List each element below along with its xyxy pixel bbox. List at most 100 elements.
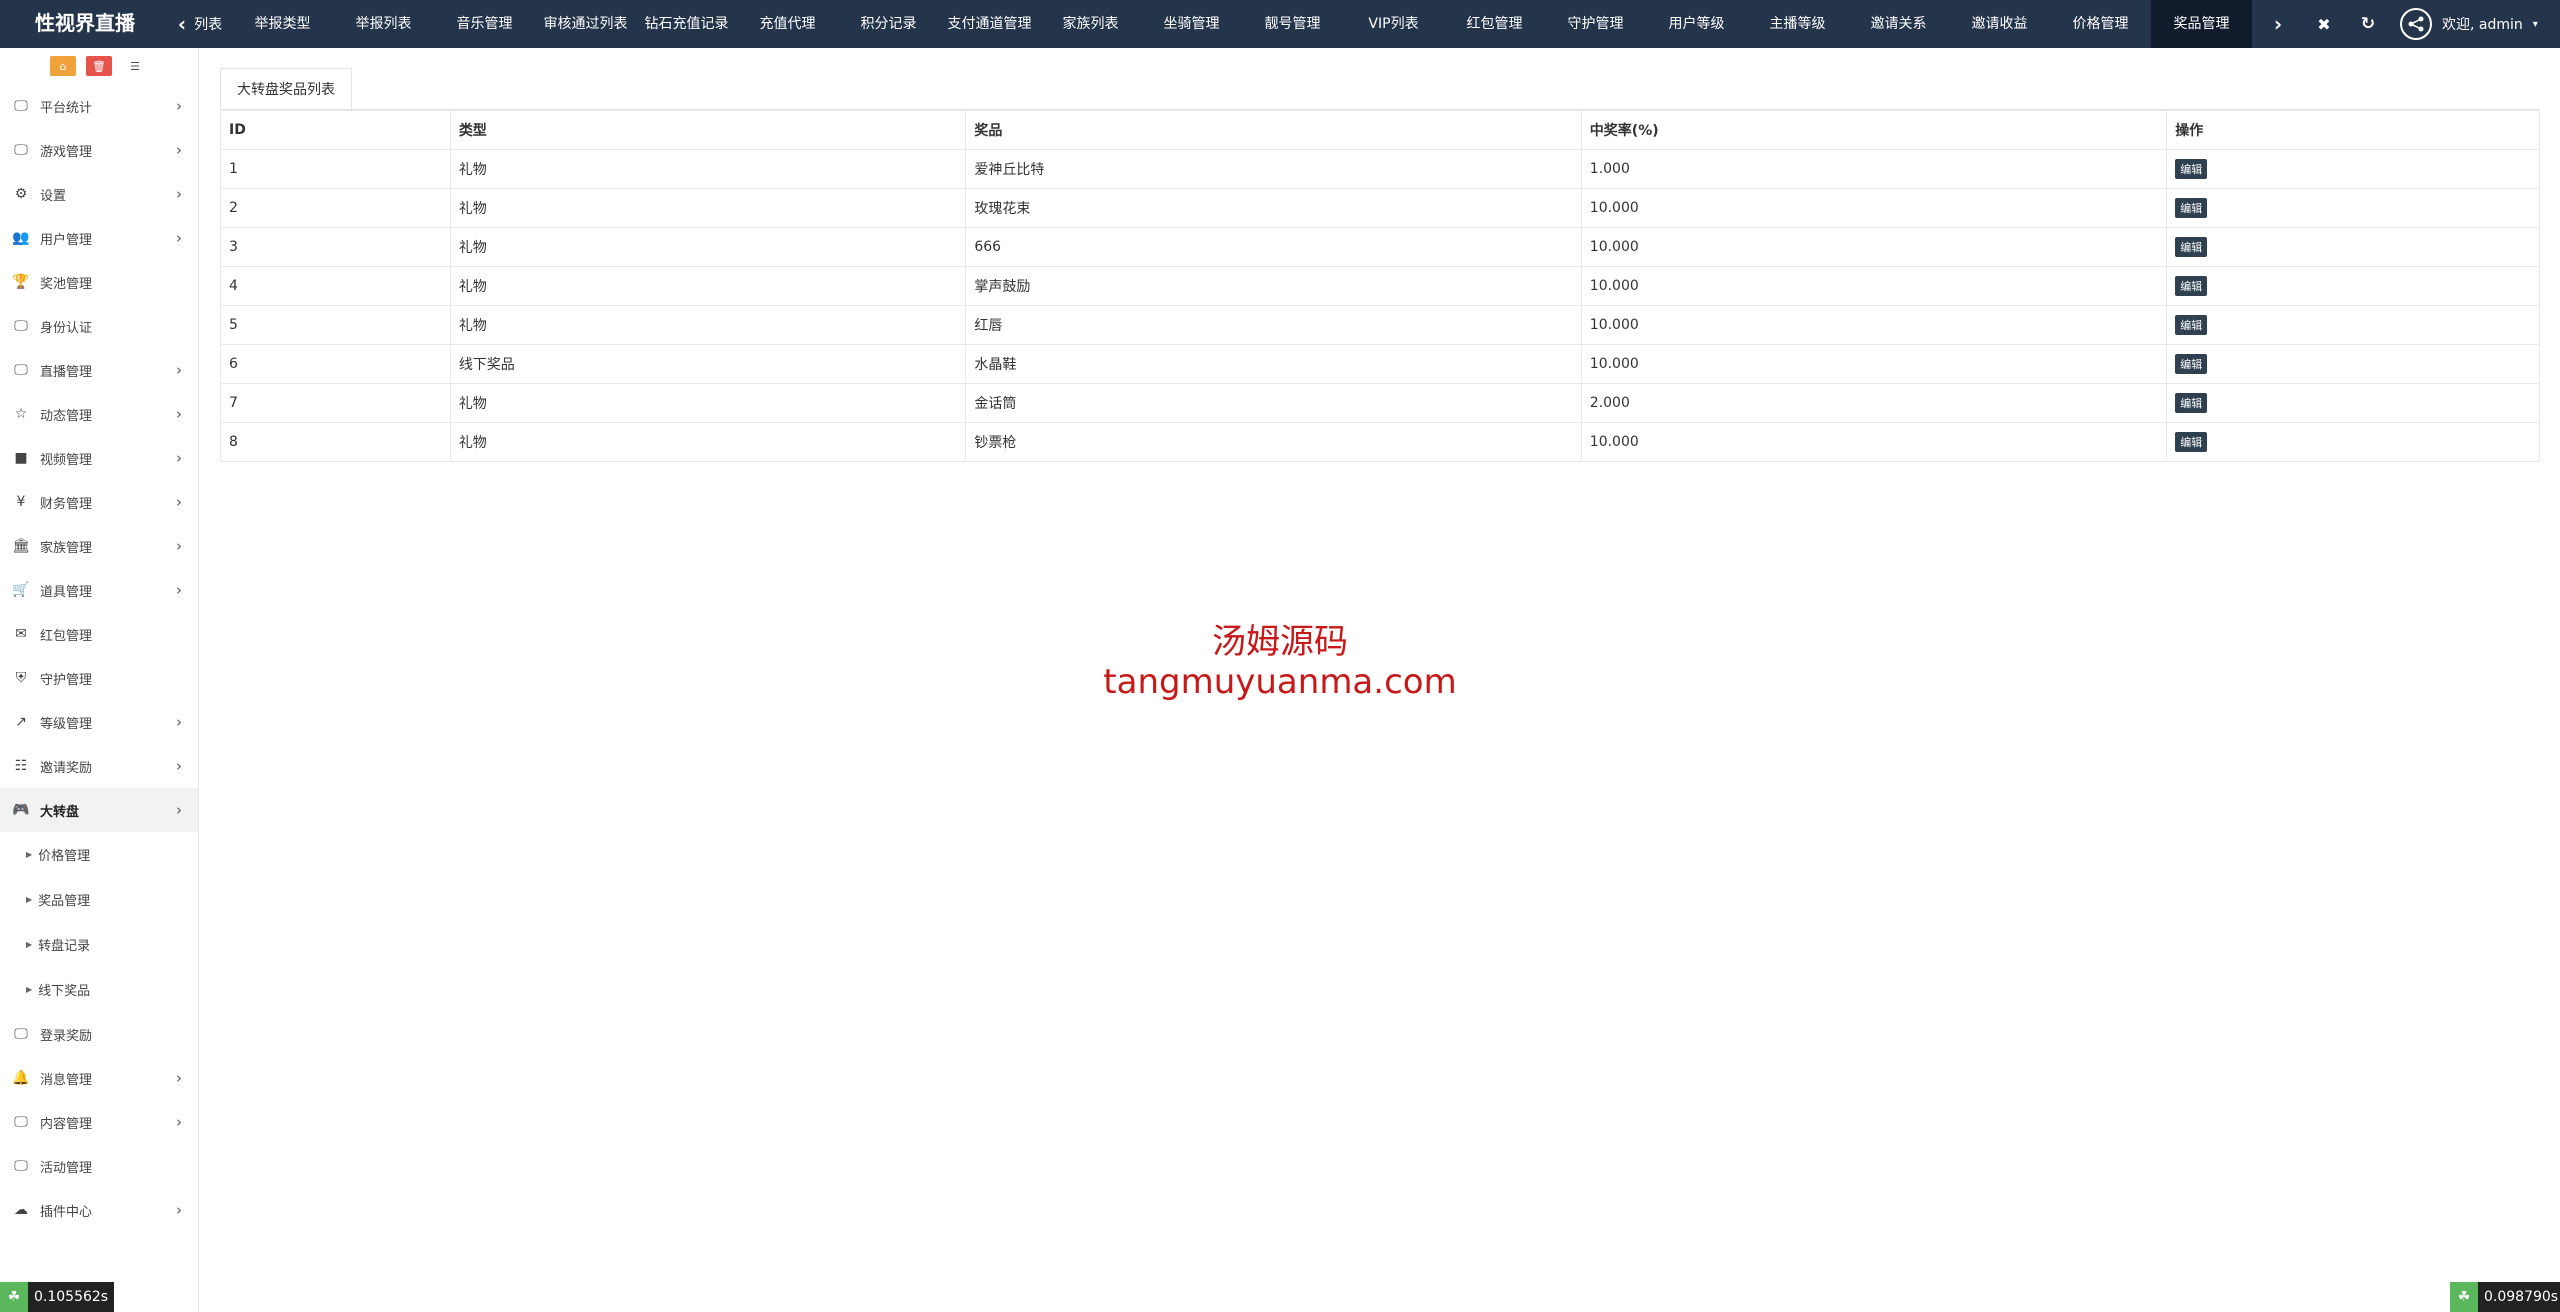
tab-14[interactable]: 用户等级 xyxy=(1646,0,1747,48)
sidebar-item[interactable]: ☆ 动态管理 › xyxy=(0,392,198,436)
tab-10[interactable]: 靓号管理 xyxy=(1242,0,1343,48)
sidebar-item[interactable]: ☷ 邀请奖励 › xyxy=(0,744,198,788)
chevron-right-icon: › xyxy=(176,405,182,423)
sidebar-item[interactable]: 🖵 内容管理 › xyxy=(0,1100,198,1144)
sidebar-item[interactable]: 🔔 消息管理 › xyxy=(0,1056,198,1100)
user-menu[interactable]: 欢迎, admin ▾ xyxy=(2400,0,2560,48)
tabs-next-button[interactable]: › xyxy=(2256,0,2300,48)
tab-3[interactable]: 审核通过列表 xyxy=(535,0,636,48)
table-body: 1 礼物 爱神丘比特 1.000 编辑 2 礼物 玫瑰花束 10.000 编辑 3 礼物 666 10.0… xyxy=(220,149,2540,462)
tab-6[interactable]: 积分记录 xyxy=(838,0,939,48)
sidebar-item[interactable]: 🛒 道具管理 › xyxy=(0,568,198,612)
sidebar-item[interactable]: 🏛 家族管理 › xyxy=(0,524,198,568)
tab-19[interactable]: 奖品管理 xyxy=(2151,0,2252,48)
sidebar-item[interactable]: 🎮 大转盘 › xyxy=(0,788,198,832)
bell-icon: 🔔 xyxy=(12,1070,30,1086)
sidebar-item-label: 插件中心 xyxy=(40,1204,93,1220)
column-header: ID xyxy=(220,110,451,150)
tab-5[interactable]: 充值代理 xyxy=(737,0,838,48)
edit-button[interactable]: 编辑 xyxy=(2175,237,2208,257)
edit-button[interactable]: 编辑 xyxy=(2175,354,2208,374)
edit-button[interactable]: 编辑 xyxy=(2175,198,2208,218)
cart-icon: 🛒 xyxy=(12,582,30,598)
sidebar-item[interactable]: ↗ 等级管理 › xyxy=(0,700,198,744)
sidebar-item[interactable]: 🖵 平台统计 › xyxy=(0,84,198,128)
tab-1[interactable]: 举报列表 xyxy=(333,0,434,48)
sidebar-item[interactable]: ⛨ 守护管理 xyxy=(0,656,198,700)
tabs-prev-button[interactable]: ‹ 列表 xyxy=(170,0,230,48)
chevron-right-icon: › xyxy=(176,97,182,115)
close-tabs-button[interactable]: ✖ xyxy=(2302,0,2346,48)
sidebar-item[interactable]: 🖵 登录奖励 xyxy=(0,1012,198,1056)
table-cell: 3 xyxy=(220,227,451,267)
sidebar-item[interactable]: 🏆 奖池管理 xyxy=(0,260,198,304)
leaf-icon: ☘ xyxy=(0,1282,28,1312)
table-cell: 金话筒 xyxy=(965,383,1582,423)
tab-11[interactable]: VIP列表 xyxy=(1343,0,1444,48)
monitor-icon: 🖵 xyxy=(14,1026,28,1042)
cloud-icon: ☁ xyxy=(14,1202,28,1218)
sidebar-item[interactable]: ⚙ 设置 › xyxy=(0,172,198,216)
caret-right-icon: ▶ xyxy=(26,985,33,994)
sidebar-subitem[interactable]: ▶ 价格管理 xyxy=(0,832,198,877)
tab-8[interactable]: 家族列表 xyxy=(1040,0,1141,48)
table-cell: 礼物 xyxy=(449,422,967,462)
edit-button[interactable]: 编辑 xyxy=(2175,276,2208,296)
monitor-icon: 🖵 xyxy=(14,318,28,334)
table-row: 2 礼物 玫瑰花束 10.000 编辑 xyxy=(220,188,2540,228)
sidebar-item[interactable]: 🖵 活动管理 xyxy=(0,1144,198,1188)
tab-13[interactable]: 守护管理 xyxy=(1545,0,1646,48)
tab-9[interactable]: 坐骑管理 xyxy=(1141,0,1242,48)
tab-17[interactable]: 邀请收益 xyxy=(1949,0,2050,48)
sidebar-subitem-label: 转盘记录 xyxy=(38,939,91,954)
sidebar-item-label: 等级管理 xyxy=(40,716,93,732)
tab-0[interactable]: 举报类型 xyxy=(232,0,333,48)
chevron-right-icon: › xyxy=(176,1069,182,1087)
delete-button[interactable]: 🗑 xyxy=(86,56,112,76)
edit-button[interactable]: 编辑 xyxy=(2175,432,2208,452)
table-row: 6 线下奖品 水晶鞋 10.000 编辑 xyxy=(220,344,2540,384)
chevron-right-icon: › xyxy=(2273,12,2283,36)
envelope-icon: ✉ xyxy=(15,626,27,642)
edit-button[interactable]: 编辑 xyxy=(2175,393,2208,413)
tab-12[interactable]: 红包管理 xyxy=(1444,0,1545,48)
sidebar-subitem[interactable]: ▶ 奖品管理 xyxy=(0,877,198,922)
chevron-right-icon: › xyxy=(176,185,182,203)
chevron-right-icon: › xyxy=(176,537,182,555)
sidebar-item[interactable]: ■ 视频管理 › xyxy=(0,436,198,480)
sidebar-subitem[interactable]: ▶ 线下奖品 xyxy=(0,967,198,1012)
sidebar-item[interactable]: 👥 用户管理 › xyxy=(0,216,198,260)
monitor-icon: 🖵 xyxy=(14,142,28,158)
sidebar-item[interactable]: ✉ 红包管理 xyxy=(0,612,198,656)
tab-4[interactable]: 钻石充值记录 xyxy=(636,0,737,48)
sidebar-item[interactable]: 🖵 游戏管理 › xyxy=(0,128,198,172)
sidebar-subitem[interactable]: ▶ 转盘记录 xyxy=(0,922,198,967)
table-cell: 礼物 xyxy=(449,149,967,189)
list-button[interactable]: ☰ xyxy=(122,56,148,76)
panel-tab-prize-list[interactable]: 大转盘奖品列表 xyxy=(220,68,352,110)
refresh-button[interactable]: ↻ xyxy=(2346,0,2390,48)
sidebar-item-label: 动态管理 xyxy=(40,408,93,424)
home-button[interactable]: ⌂ xyxy=(50,56,76,76)
chevron-right-icon: › xyxy=(176,141,182,159)
sidebar-item[interactable]: ¥ 财务管理 › xyxy=(0,480,198,524)
table-cell: 5 xyxy=(220,305,451,345)
chevron-right-icon: › xyxy=(176,449,182,467)
sidebar-item-label: 奖池管理 xyxy=(40,276,93,292)
tab-2[interactable]: 音乐管理 xyxy=(434,0,535,48)
sidebar-item[interactable]: 🖵 身份认证 xyxy=(0,304,198,348)
tab-15[interactable]: 主播等级 xyxy=(1747,0,1848,48)
edit-button[interactable]: 编辑 xyxy=(2175,159,2208,179)
tab-18[interactable]: 价格管理 xyxy=(2050,0,2151,48)
brand-title: 性视界直播 xyxy=(35,11,135,35)
column-header: 类型 xyxy=(449,110,967,150)
sidebar-menu: 🖵 平台统计 › 🖵 游戏管理 › ⚙ 设置 › 👥 用户管理 › 🏆 奖池管理 🖵 身份认证 🖵 直播管理 › ☆ 动… xyxy=(0,84,198,1232)
prize-table-wrapper: ID 类型 奖品 中奖率(%) 操作 1 礼物 爱神丘比特 1.000 编辑 2 礼物 玫瑰花束 10.… xyxy=(220,109,2540,462)
tab-7[interactable]: 支付通道管理 xyxy=(939,0,1040,48)
tab-16[interactable]: 邀请关系 xyxy=(1848,0,1949,48)
table-cell: 8 xyxy=(220,422,451,462)
sidebar-item[interactable]: ☁ 插件中心 › xyxy=(0,1188,198,1232)
edit-button[interactable]: 编辑 xyxy=(2175,315,2208,335)
sidebar-item[interactable]: 🖵 直播管理 › xyxy=(0,348,198,392)
bank-icon: 🏛 xyxy=(12,538,30,554)
